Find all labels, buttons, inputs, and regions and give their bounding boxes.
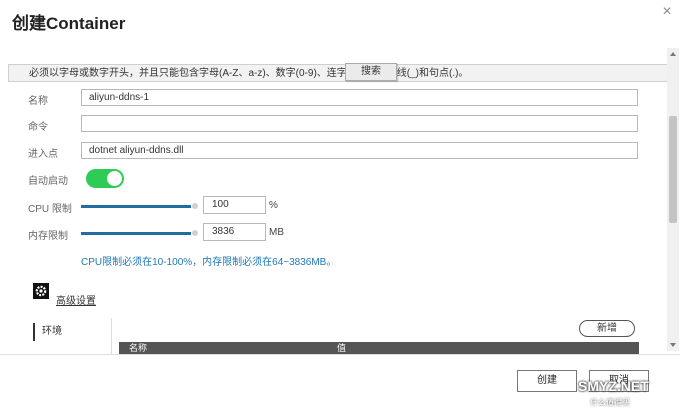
memory-unit: MB: [269, 227, 284, 238]
memory-input[interactable]: 3836: [203, 223, 266, 241]
limit-note: CPU限制必须在10-100%，内存限制必须在64~3836MB。: [81, 257, 337, 268]
gear-icon: [33, 283, 49, 299]
scroll-down-icon[interactable]: [670, 343, 676, 347]
watermark-subtext: 什么值得买: [590, 398, 630, 407]
search-button[interactable]: 搜索: [345, 63, 397, 81]
scrollbar[interactable]: [667, 48, 679, 351]
autostart-label: 自动启动: [28, 176, 68, 187]
scrollbar-thumb[interactable]: [669, 116, 677, 223]
advanced-settings-link[interactable]: 高级设置: [56, 292, 96, 307]
cpu-slider-handle[interactable]: [192, 203, 198, 209]
column-header-value: 值: [337, 343, 347, 353]
watermark-text: SMYZ.NET: [578, 378, 649, 394]
close-icon[interactable]: ×: [659, 4, 675, 20]
tab-environment[interactable]: 环境: [33, 323, 62, 341]
create-button[interactable]: 创建: [517, 370, 577, 392]
memory-label: 内存限制: [28, 231, 68, 242]
footer-divider: [0, 354, 680, 355]
memory-slider[interactable]: [81, 232, 191, 235]
hint-tooltip: 必须以字母或数字开头，并且只能包含字母(A-Z、a-z)、数字(0-9)、连字符…: [8, 64, 668, 82]
cpu-unit: %: [269, 200, 278, 211]
cpu-label: CPU 限制: [28, 204, 72, 215]
toggle-knob: [107, 171, 122, 186]
cpu-slider[interactable]: [81, 205, 191, 208]
command-label: 命令: [28, 122, 48, 133]
name-field[interactable]: aliyun-ddns-1: [81, 89, 638, 106]
name-label: 名称: [28, 96, 48, 107]
scroll-up-icon[interactable]: [670, 52, 676, 56]
tab-divider: [111, 318, 112, 354]
autostart-toggle[interactable]: [86, 169, 124, 188]
entrypoint-field[interactable]: dotnet aliyun-ddns.dll: [81, 142, 638, 159]
dialog-title: 创建Container: [12, 14, 126, 33]
memory-slider-handle[interactable]: [192, 230, 198, 236]
cpu-input[interactable]: 100: [203, 196, 266, 214]
entrypoint-label: 进入点: [28, 149, 58, 160]
column-header-name: 名称: [129, 343, 148, 353]
env-table-header: 名称 值: [119, 342, 639, 354]
add-env-button[interactable]: 新增: [579, 320, 635, 337]
command-field[interactable]: [81, 115, 638, 132]
